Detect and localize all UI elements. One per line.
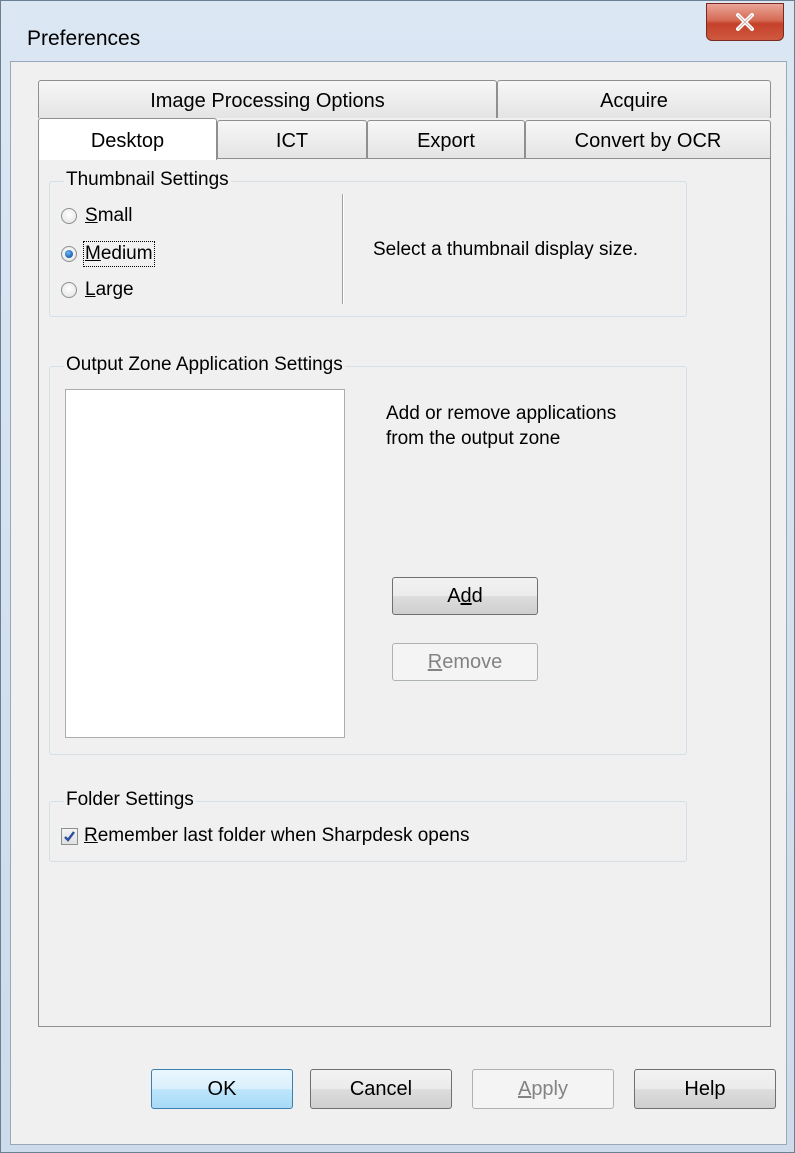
radio-large-accel: L	[85, 279, 96, 300]
tab-acquire[interactable]: Acquire	[497, 80, 771, 118]
tab-image-processing-options[interactable]: Image Processing Options	[38, 80, 497, 118]
output-zone-legend: Output Zone Application Settings	[64, 354, 345, 376]
radio-small-accel: S	[85, 205, 98, 226]
radio-medium-label: Medium	[83, 241, 155, 267]
radio-small-indicator[interactable]	[61, 208, 77, 224]
apply-button[interactable]: Apply	[472, 1069, 614, 1109]
radio-small[interactable]: Small	[61, 205, 133, 227]
apply-button-accel: A	[517, 1077, 532, 1100]
tab-ict[interactable]: ICT	[217, 120, 367, 158]
close-icon	[736, 13, 754, 31]
radio-medium-accel: M	[85, 243, 101, 264]
close-button[interactable]	[706, 3, 784, 41]
radio-medium-indicator[interactable]	[61, 246, 77, 262]
output-zone-app-list[interactable]	[65, 389, 345, 738]
radio-large-rest: arge	[95, 279, 134, 300]
thumbnail-description: Select a thumbnail display size.	[373, 239, 639, 260]
cancel-button[interactable]: Cancel	[310, 1069, 452, 1109]
remove-button-accel: R	[427, 650, 443, 673]
remember-folder-rest: emember last folder when Sharpdesk opens	[97, 825, 470, 846]
add-button-accel: d	[460, 584, 472, 607]
window-title: Preferences	[27, 27, 141, 50]
add-button-text-2: d	[471, 584, 483, 607]
remember-folder-checkbox[interactable]	[61, 827, 78, 845]
remember-folder-accel: R	[84, 825, 98, 846]
tab-desktop[interactable]: Desktop	[38, 118, 217, 160]
radio-medium-rest: edium	[100, 243, 153, 264]
add-button-text-1: A	[447, 584, 461, 607]
folder-settings-legend: Folder Settings	[64, 789, 196, 811]
radio-large-label: Large	[85, 279, 134, 301]
remove-button-text: emove	[442, 650, 503, 673]
output-zone-description-1: Add or remove applications	[386, 403, 617, 424]
apply-button-text: pply	[531, 1077, 569, 1100]
radio-small-rest: mall	[97, 205, 133, 226]
remember-folder-label: Remember last folder when Sharpdesk open…	[84, 825, 470, 847]
thumbnail-divider	[342, 194, 344, 304]
desktop-tab-panel: Thumbnail Settings Small Medium Large Se…	[38, 158, 771, 1027]
help-button[interactable]: Help	[634, 1069, 776, 1109]
radio-large-indicator[interactable]	[61, 282, 77, 298]
radio-large[interactable]: Large	[61, 279, 134, 301]
checkmark-icon	[64, 830, 75, 842]
add-button[interactable]: Add	[392, 577, 538, 615]
thumbnail-settings-legend: Thumbnail Settings	[64, 169, 231, 191]
radio-medium[interactable]: Medium	[61, 241, 155, 267]
output-zone-description-2: from the output zone	[386, 428, 561, 449]
ok-button[interactable]: OK	[151, 1069, 293, 1109]
remember-folder-option[interactable]: Remember last folder when Sharpdesk open…	[61, 825, 470, 847]
preferences-window: Preferences Image Processing Options Acq…	[0, 0, 795, 1153]
radio-small-label: Small	[85, 205, 133, 227]
remove-button[interactable]: Remove	[392, 643, 538, 681]
tab-convert-by-ocr[interactable]: Convert by OCR	[525, 120, 771, 158]
tab-export[interactable]: Export	[367, 120, 525, 158]
